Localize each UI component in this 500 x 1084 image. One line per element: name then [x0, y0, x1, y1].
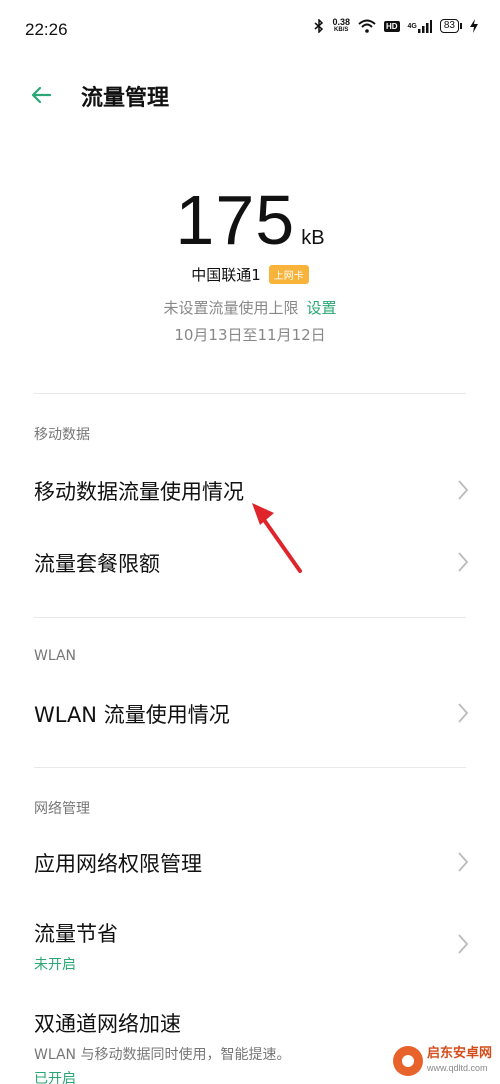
- chevron-right-icon: [458, 552, 469, 572]
- billing-period: 10月13日至11月12日: [174, 326, 326, 344]
- sim-name: 中国联通1: [191, 266, 261, 284]
- data-plan-limit-item[interactable]: 流量套餐限额: [0, 532, 500, 592]
- section-label-network: 网络管理: [34, 801, 90, 817]
- watermark: 启东安卓网 www.qdltd.com: [392, 1046, 492, 1076]
- net-speed-value: 0.38: [332, 17, 350, 27]
- page-title: 流量管理: [81, 86, 170, 111]
- back-button[interactable]: [28, 80, 58, 110]
- usage-value: 175: [175, 181, 296, 259]
- usage-summary: 175 kB 中国联通1 上网卡 未设置流量使用上限 设置 10月13日至11月1…: [0, 180, 500, 345]
- dual-channel-acceleration-label: 双通道网络加速: [34, 1012, 181, 1036]
- sim-badge: 上网卡: [268, 265, 309, 284]
- divider: [34, 617, 466, 618]
- app-network-permission-item[interactable]: 应用网络权限管理: [0, 832, 500, 892]
- data-saver-item[interactable]: 流量节省 未开启: [0, 906, 500, 982]
- wlan-usage-label: WLAN 流量使用情况: [34, 703, 230, 727]
- header: 流量管理: [0, 70, 500, 120]
- watermark-logo-icon: [392, 1046, 423, 1076]
- app-network-permission-label: 应用网络权限管理: [34, 852, 202, 876]
- usage-unit: kB: [301, 227, 325, 249]
- status-bar: 22:26 0.38 KB/S HD 4G 83: [0, 0, 500, 56]
- chevron-right-icon: [458, 480, 469, 500]
- status-icons: 0.38 KB/S HD 4G 83: [314, 18, 478, 34]
- chevron-right-icon: [458, 934, 469, 954]
- back-arrow-icon: [31, 86, 52, 104]
- signal-label: 4G: [407, 22, 417, 30]
- section-label-mobile-data: 移动数据: [34, 427, 90, 443]
- data-plan-limit-label: 流量套餐限额: [34, 552, 160, 576]
- section-label-wlan: WLAN: [34, 648, 77, 664]
- mobile-data-usage-item[interactable]: 移动数据流量使用情况: [0, 462, 500, 522]
- chevron-right-icon: [458, 852, 469, 872]
- mobile-data-usage-label: 移动数据流量使用情况: [34, 480, 244, 504]
- chevron-right-icon: [458, 703, 469, 723]
- data-saver-label: 流量节省: [34, 922, 118, 946]
- status-time: 22:26: [25, 20, 68, 39]
- set-limit-link[interactable]: 设置: [307, 299, 337, 317]
- watermark-url: www.qdltd.com: [426, 1063, 488, 1073]
- wifi-icon: [358, 19, 376, 33]
- battery-level: 83: [439, 19, 459, 33]
- limit-text: 未设置流量使用上限: [163, 299, 299, 317]
- watermark-name: 启东安卓网: [426, 1046, 492, 1061]
- dual-channel-acceleration-status: 已开启: [34, 1071, 76, 1084]
- net-speed-unit: KB/S: [334, 27, 349, 33]
- divider: [34, 393, 466, 394]
- net-speed: 0.38 KB/S: [332, 18, 350, 34]
- dual-channel-acceleration-description: WLAN 与移动数据同时使用，智能提速。: [34, 1047, 291, 1063]
- divider: [34, 767, 466, 768]
- data-saver-status: 未开启: [34, 957, 76, 973]
- wlan-usage-item[interactable]: WLAN 流量使用情况: [0, 684, 500, 744]
- battery-icon: 83: [439, 19, 462, 33]
- hd-icon: HD: [383, 20, 400, 32]
- bluetooth-icon: [314, 19, 324, 33]
- charging-icon: [470, 19, 478, 33]
- signal-icon: 4G: [407, 19, 432, 33]
